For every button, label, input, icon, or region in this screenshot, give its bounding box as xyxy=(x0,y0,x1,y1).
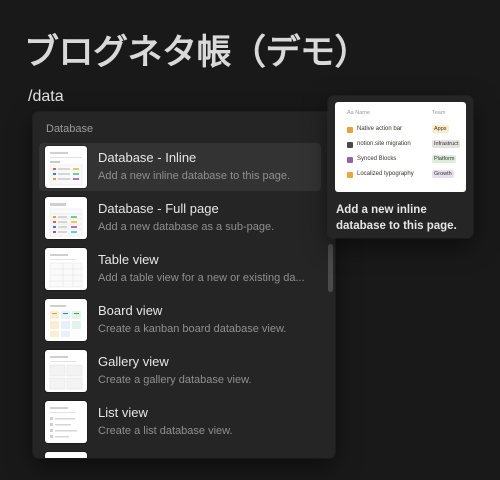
gallery-view-thumbnail xyxy=(45,350,87,392)
menu-item-desc: Create a kanban board database view. xyxy=(98,323,287,335)
preview-row-icon xyxy=(347,142,353,148)
menu-item-title: Gallery view xyxy=(98,354,169,369)
preview-row-name: notion.site migration xyxy=(357,141,411,147)
list-view-thumbnail xyxy=(45,401,87,443)
preview-row: Synced Blocks Platform xyxy=(335,153,466,167)
menu-item-desc: Add a new inline database to this page. xyxy=(98,170,291,182)
preview-row-name: Localized typography xyxy=(357,171,414,177)
menu-item-title: Board view xyxy=(98,303,163,318)
partial-thumbnail xyxy=(45,452,87,458)
menu-item-table-view[interactable]: Table view Add a table view for a new or… xyxy=(39,245,321,293)
menu-item-title: List view xyxy=(98,405,148,420)
menu-item-database-inline[interactable]: Database - Inline Add a new inline datab… xyxy=(39,143,321,191)
menu-item-list-view[interactable]: List view Create a list database view. xyxy=(39,398,321,446)
menu-item-desc: Add a new database as a sub-page. xyxy=(98,221,275,233)
menu-scrollbar[interactable] xyxy=(328,244,333,292)
menu-section-label: Database xyxy=(46,123,94,135)
menu-item-title: Table view xyxy=(98,252,159,267)
preview-header-name: Aa Name xyxy=(347,110,370,116)
menu-item-desc: Create a list database view. xyxy=(98,425,233,437)
menu-item-partial[interactable] xyxy=(39,449,321,458)
preview-image: Aa Name Team Native action bar Apps noti… xyxy=(335,102,466,192)
preview-row-name: Native action bar xyxy=(357,126,403,132)
menu-item-desc: Create a gallery database view. xyxy=(98,374,252,386)
preview-row-name: Synced Blocks xyxy=(357,156,397,162)
slash-command-menu: Database Database - Inline Add a new inl… xyxy=(33,112,335,458)
preview-row-icon xyxy=(347,157,353,163)
preview-header-team: Team xyxy=(432,110,446,116)
preview-row-icon xyxy=(347,172,353,178)
preview-row: notion.site migration Infrastruct xyxy=(335,138,466,152)
database-inline-thumbnail xyxy=(45,146,87,188)
database-full-page-thumbnail xyxy=(45,197,87,239)
preview-panel: Aa Name Team Native action bar Apps noti… xyxy=(328,96,473,238)
board-view-thumbnail xyxy=(45,299,87,341)
preview-row-tag: Platform xyxy=(432,155,457,163)
preview-row-icon xyxy=(347,127,353,133)
page-title[interactable]: ブログネタ帳（デモ） xyxy=(24,24,370,75)
preview-row: Localized typography Growth xyxy=(335,168,466,182)
menu-item-desc: Add a table view for a new or existing d… xyxy=(98,272,305,284)
preview-caption: Add a new inline database to this page. xyxy=(336,204,457,232)
preview-row: Native action bar Apps xyxy=(335,123,466,137)
menu-item-gallery-view[interactable]: Gallery view Create a gallery database v… xyxy=(39,347,321,395)
menu-item-database-full-page[interactable]: Database - Full page Add a new database … xyxy=(39,194,321,242)
menu-item-board-view[interactable]: Board view Create a kanban board databas… xyxy=(39,296,321,344)
preview-row-tag: Growth xyxy=(432,170,454,178)
preview-row-tag: Apps xyxy=(432,125,449,133)
preview-row-tag: Infrastruct xyxy=(432,140,461,148)
slash-command-text[interactable]: /data xyxy=(28,88,64,106)
table-view-thumbnail xyxy=(45,248,87,290)
menu-item-title: Database - Full page xyxy=(98,201,219,216)
menu-item-title: Database - Inline xyxy=(98,150,197,165)
